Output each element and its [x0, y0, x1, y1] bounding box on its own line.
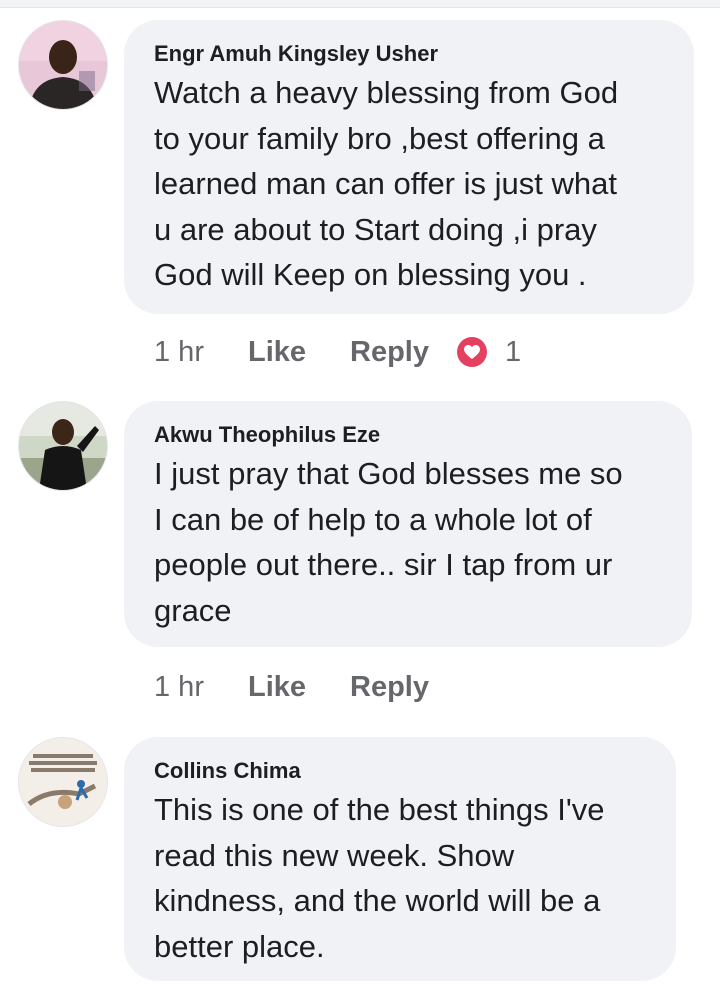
avatar-photo	[19, 21, 107, 109]
like-button[interactable]: Like	[248, 671, 306, 704]
reply-button[interactable]: Reply	[350, 671, 429, 704]
comment-author[interactable]: Engr Amuh Kingsley Usher	[154, 40, 664, 68]
reaction-count[interactable]: 1	[505, 336, 521, 369]
reply-button[interactable]: Reply	[350, 336, 429, 369]
comment-time[interactable]: 1 hr	[154, 671, 204, 704]
avatar-photo	[19, 738, 107, 826]
comment-text: This is one of the best things I've read…	[154, 792, 605, 964]
comment-actions: 1 hr Like Reply	[154, 667, 457, 707]
love-reaction-icon[interactable]	[457, 337, 487, 367]
comment-bubble: Akwu Theophilus Eze I just pray that God…	[124, 401, 692, 647]
heart-icon	[464, 345, 480, 359]
top-divider	[0, 0, 720, 8]
like-button[interactable]: Like	[248, 336, 306, 369]
comment-author[interactable]: Collins Chima	[154, 757, 646, 785]
comment-bubble: Engr Amuh Kingsley Usher Watch a heavy b…	[124, 20, 694, 314]
comment-actions: 1 hr Like Reply 1	[154, 332, 521, 372]
comment-bubble: Collins Chima This is one of the best th…	[124, 737, 676, 981]
avatar[interactable]	[18, 20, 108, 110]
avatar[interactable]	[18, 401, 108, 491]
avatar-photo	[19, 402, 107, 490]
comment-time[interactable]: 1 hr	[154, 336, 204, 369]
comment-author[interactable]: Akwu Theophilus Eze	[154, 421, 662, 449]
avatar[interactable]	[18, 737, 108, 827]
comment-text: Watch a heavy blessing from God to your …	[154, 75, 619, 292]
comment-text: I just pray that God blesses me so I can…	[154, 456, 623, 628]
